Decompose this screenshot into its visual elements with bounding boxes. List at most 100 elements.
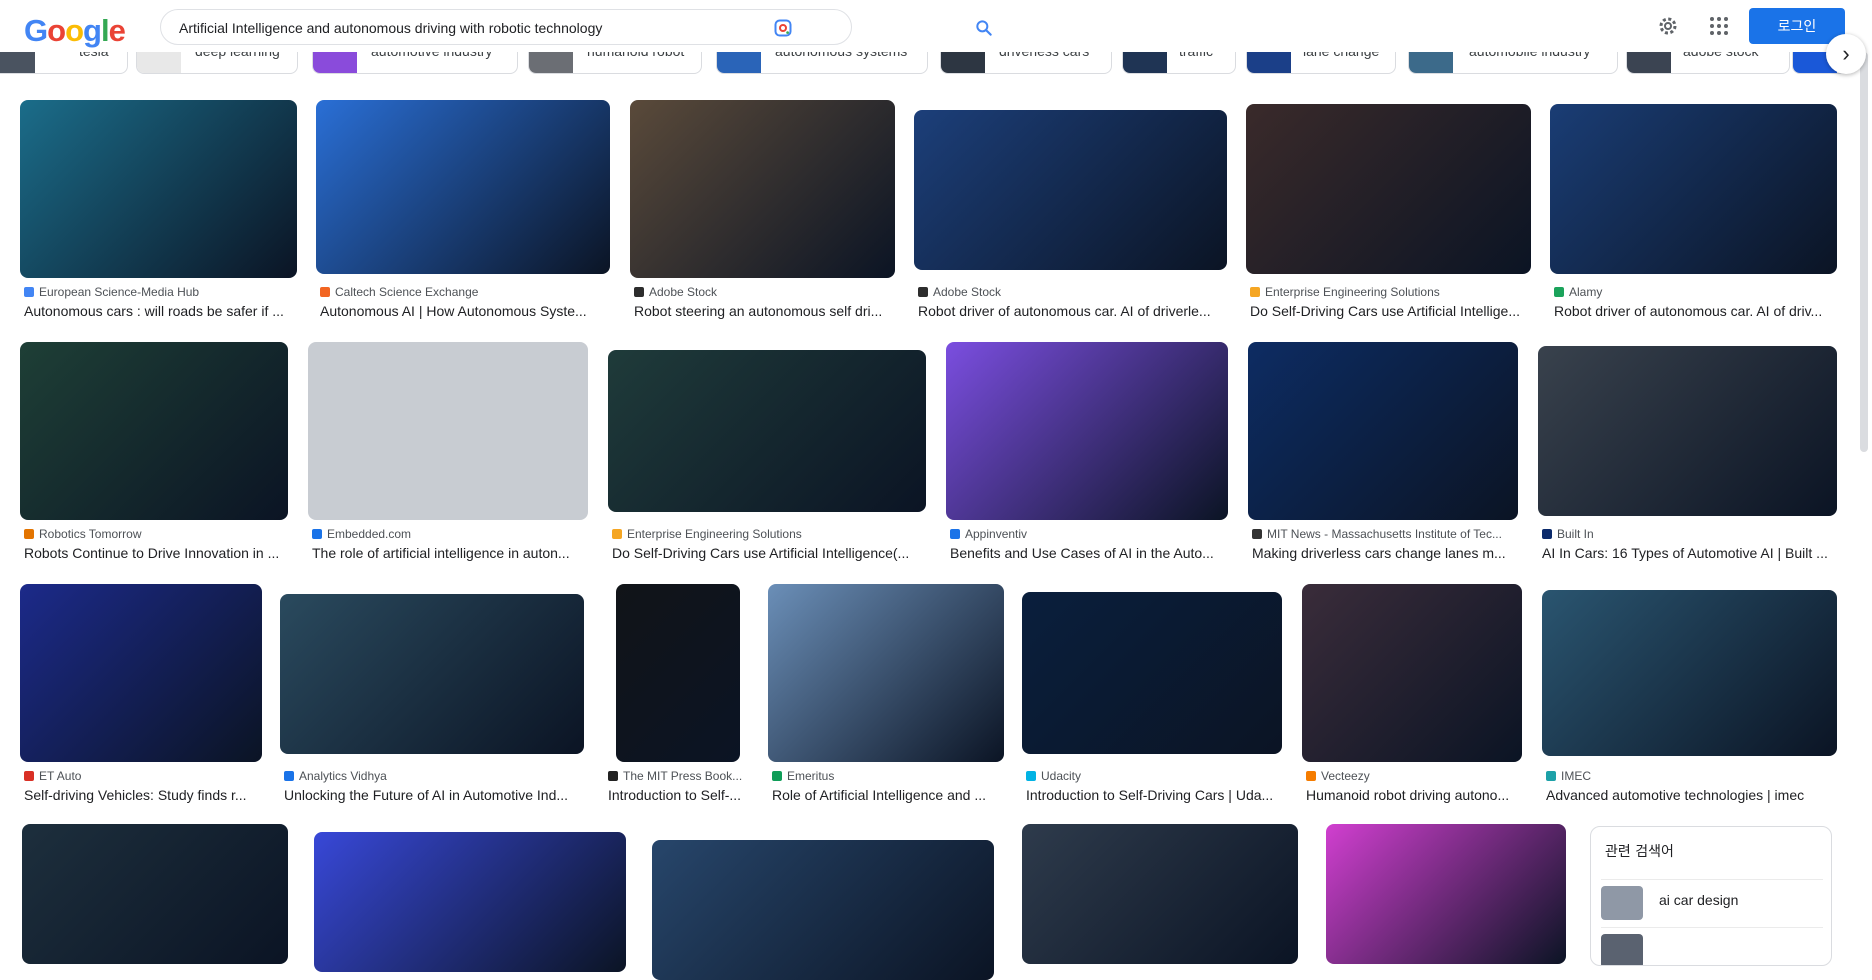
result-image[interactable] xyxy=(1326,824,1566,964)
result-image[interactable] xyxy=(1302,584,1522,762)
google-logo[interactable]: Google xyxy=(24,13,126,49)
result-card[interactable]: Enterprise Engineering Solutions Do Self… xyxy=(1246,100,1532,322)
result-image[interactable] xyxy=(946,342,1228,520)
result-image[interactable] xyxy=(768,584,1004,762)
result-card[interactable] xyxy=(1022,824,1298,964)
result-title[interactable]: Humanoid robot driving autono... xyxy=(1306,787,1524,803)
result-image[interactable] xyxy=(616,584,740,762)
related-search-item[interactable]: ai car design xyxy=(1601,879,1823,923)
result-image[interactable] xyxy=(652,840,994,980)
result-image[interactable] xyxy=(1542,590,1837,756)
result-image[interactable] xyxy=(1246,104,1531,274)
result-title[interactable]: Autonomous cars : will roads be safer if… xyxy=(24,303,300,319)
result-image[interactable] xyxy=(1248,342,1518,520)
result-card[interactable] xyxy=(1326,824,1566,964)
result-title[interactable]: Benefits and Use Cases of AI in the Auto… xyxy=(950,545,1230,561)
result-title[interactable]: Robot driver of autonomous car. AI of dr… xyxy=(918,303,1228,319)
result-title[interactable]: Do Self-Driving Cars use Artificial Inte… xyxy=(612,545,928,561)
result-source[interactable]: Adobe Stock xyxy=(918,285,1228,299)
result-image[interactable] xyxy=(22,824,288,964)
result-title[interactable]: Do Self-Driving Cars use Artificial Inte… xyxy=(1250,303,1532,319)
result-card[interactable]: Emeritus Role of Artificial Intelligence… xyxy=(768,584,1006,806)
result-title[interactable]: Introduction to Self-Driving Cars | Uda.… xyxy=(1026,787,1284,803)
result-image[interactable] xyxy=(20,100,297,278)
result-image[interactable] xyxy=(1022,592,1282,754)
result-card[interactable]: Adobe Stock Robot steering an autonomous… xyxy=(630,100,896,322)
result-image[interactable] xyxy=(1550,104,1837,274)
result-title[interactable]: AI In Cars: 16 Types of Automotive AI | … xyxy=(1542,545,1838,561)
chips-next-button[interactable]: › xyxy=(1826,34,1866,74)
result-card[interactable]: European Science-Media Hub Autonomous ca… xyxy=(20,100,300,322)
result-image[interactable] xyxy=(308,342,588,520)
search-icon[interactable] xyxy=(974,18,994,38)
result-card[interactable]: Robotics Tomorrow Robots Continue to Dri… xyxy=(20,342,288,564)
result-source[interactable]: Analytics Vidhya xyxy=(284,769,586,783)
result-card[interactable]: Built In AI In Cars: 16 Types of Automot… xyxy=(1538,342,1838,564)
result-title[interactable]: Robots Continue to Drive Innovation in .… xyxy=(24,545,288,561)
result-card[interactable]: Appinventiv Benefits and Use Cases of AI… xyxy=(946,342,1230,564)
result-image[interactable] xyxy=(316,100,610,274)
header: Google 로그인 xyxy=(0,0,1872,52)
result-source[interactable]: Emeritus xyxy=(772,769,1006,783)
result-source[interactable]: Embedded.com xyxy=(312,527,590,541)
result-source[interactable]: Vecteezy xyxy=(1306,769,1524,783)
result-card[interactable] xyxy=(22,824,288,964)
result-source[interactable]: Robotics Tomorrow xyxy=(24,527,288,541)
result-image[interactable] xyxy=(608,350,926,512)
result-title[interactable]: Introduction to Self-... xyxy=(608,787,752,803)
result-title[interactable]: Advanced automotive technologies | imec xyxy=(1546,787,1838,803)
result-card[interactable]: Analytics Vidhya Unlocking the Future of… xyxy=(280,584,586,806)
result-card[interactable]: MIT News - Massachusetts Institute of Te… xyxy=(1248,342,1520,564)
result-card[interactable]: Udacity Introduction to Self-Driving Car… xyxy=(1022,584,1284,806)
result-title[interactable]: Robot steering an autonomous self dri... xyxy=(634,303,896,319)
google-lens-icon[interactable] xyxy=(773,18,793,38)
result-source[interactable]: The MIT Press Book... xyxy=(608,769,752,783)
result-source[interactable]: Enterprise Engineering Solutions xyxy=(1250,285,1532,299)
result-title[interactable]: Autonomous AI | How Autonomous Syste... xyxy=(320,303,610,319)
result-card[interactable]: Embedded.com The role of artificial inte… xyxy=(308,342,590,564)
result-source[interactable]: Udacity xyxy=(1026,769,1284,783)
result-image[interactable] xyxy=(314,832,626,972)
result-source[interactable]: IMEC xyxy=(1546,769,1838,783)
result-card[interactable]: Adobe Stock Robot driver of autonomous c… xyxy=(914,100,1228,322)
result-title[interactable]: The role of artificial intelligence in a… xyxy=(312,545,590,561)
login-button[interactable]: 로그인 xyxy=(1749,8,1845,44)
result-image[interactable] xyxy=(20,584,262,762)
result-image[interactable] xyxy=(1538,346,1837,516)
result-source[interactable]: Appinventiv xyxy=(950,527,1230,541)
result-source[interactable]: European Science-Media Hub xyxy=(24,285,300,299)
result-image[interactable] xyxy=(914,110,1227,270)
result-title[interactable]: Role of Artificial Intelligence and ... xyxy=(772,787,1006,803)
result-card[interactable]: Vecteezy Humanoid robot driving autono..… xyxy=(1302,584,1524,806)
gear-icon[interactable] xyxy=(1656,14,1680,38)
result-title[interactable]: Robot driver of autonomous car. AI of dr… xyxy=(1554,303,1838,319)
result-card[interactable]: ET Auto Self-driving Vehicles: Study fin… xyxy=(20,584,264,806)
result-title[interactable]: Unlocking the Future of AI in Automotive… xyxy=(284,787,586,803)
result-title[interactable]: Self-driving Vehicles: Study finds r... xyxy=(24,787,264,803)
result-source[interactable]: Alamy xyxy=(1554,285,1838,299)
result-source[interactable]: MIT News - Massachusetts Institute of Te… xyxy=(1252,527,1520,541)
result-source[interactable]: Built In xyxy=(1542,527,1838,541)
scrollbar[interactable] xyxy=(1860,52,1868,452)
result-source[interactable]: ET Auto xyxy=(24,769,264,783)
result-source[interactable]: Caltech Science Exchange xyxy=(320,285,610,299)
result-image[interactable] xyxy=(20,342,288,520)
logo-letter: l xyxy=(100,13,110,48)
result-card[interactable]: Alamy Robot driver of autonomous car. AI… xyxy=(1550,100,1838,322)
result-image[interactable] xyxy=(1022,824,1298,964)
related-search-item[interactable] xyxy=(1601,927,1823,965)
result-image[interactable] xyxy=(630,100,895,278)
search-input[interactable] xyxy=(179,17,759,39)
result-card[interactable] xyxy=(652,840,994,980)
result-title[interactable]: Making driverless cars change lanes m... xyxy=(1252,545,1520,561)
result-card[interactable] xyxy=(314,832,626,972)
result-source[interactable]: Enterprise Engineering Solutions xyxy=(612,527,928,541)
result-source[interactable]: Adobe Stock xyxy=(634,285,896,299)
result-card[interactable]: Enterprise Engineering Solutions Do Self… xyxy=(608,342,928,564)
result-card[interactable]: Caltech Science Exchange Autonomous AI |… xyxy=(316,100,610,322)
site-favicon-icon xyxy=(634,287,644,297)
result-card[interactable]: The MIT Press Book... Introduction to Se… xyxy=(604,584,752,806)
apps-grid-icon[interactable] xyxy=(1707,14,1731,38)
result-image[interactable] xyxy=(280,594,584,754)
result-card[interactable]: IMEC Advanced automotive technologies | … xyxy=(1542,584,1838,806)
